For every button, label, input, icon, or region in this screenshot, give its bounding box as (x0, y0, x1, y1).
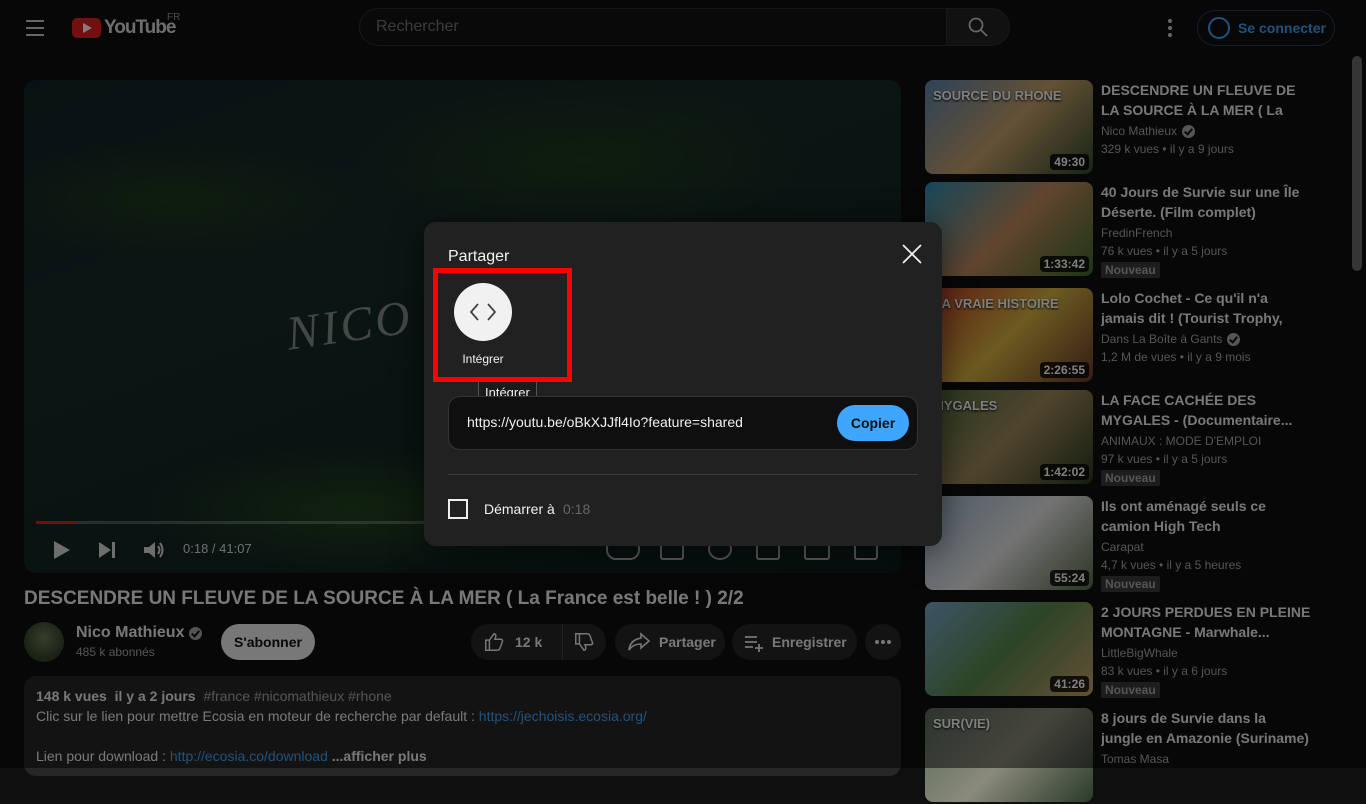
divider (448, 474, 918, 475)
share-url-box: https://youtu.be/oBkXJJfl4Io?feature=sha… (448, 396, 918, 450)
start-at-time[interactable]: 0:18 (563, 501, 590, 517)
close-icon[interactable] (898, 240, 926, 268)
start-at-label[interactable]: Démarrer à (484, 501, 555, 517)
share-dialog-title: Partager (448, 248, 510, 265)
share-url[interactable]: https://youtu.be/oBkXJJfl4Io?feature=sha… (467, 414, 743, 430)
start-at-checkbox[interactable] (448, 499, 468, 519)
youtube-watch-page: YouTube FR Se connecter NICO M (0, 0, 1366, 802)
annotation-highlight-box (433, 268, 572, 382)
copy-button[interactable]: Copier (837, 405, 909, 441)
